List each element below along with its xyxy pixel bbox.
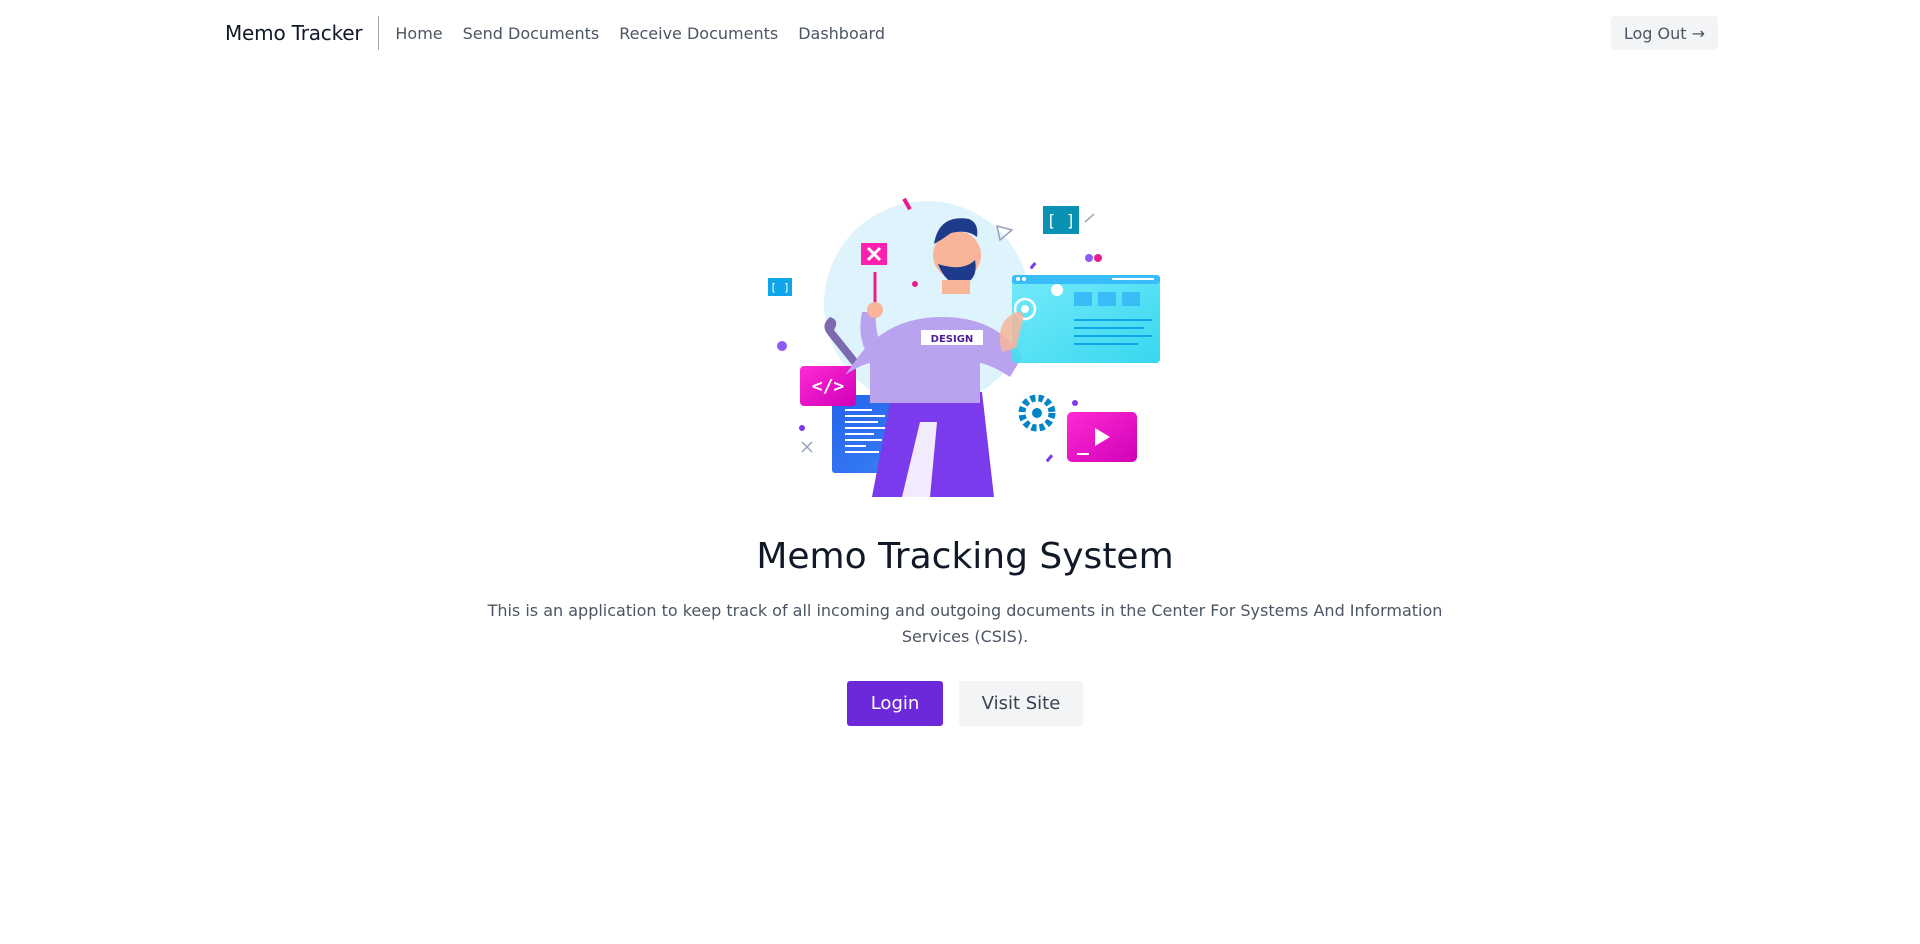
nav-link-receive-documents[interactable]: Receive Documents — [619, 24, 778, 43]
page-title: Memo Tracking System — [756, 536, 1174, 577]
hero-illustration: [ ] [ ] </> DESIGN — [768, 197, 1160, 497]
logout-button[interactable]: Log Out → — [1610, 16, 1718, 50]
hero-actions: Login Visit Site — [0, 681, 1920, 726]
svg-text:</>: </> — [812, 376, 845, 397]
login-button[interactable]: Login — [847, 681, 943, 726]
nav-link-home[interactable]: Home — [395, 24, 442, 43]
nav-link-send-documents[interactable]: Send Documents — [463, 24, 600, 43]
svg-text:DESIGN: DESIGN — [931, 334, 974, 345]
nav-link-dashboard[interactable]: Dashboard — [798, 24, 885, 43]
svg-text:[ ]: [ ] — [770, 281, 790, 294]
visit-site-button[interactable]: Visit Site — [959, 681, 1083, 726]
svg-text:[ ]: [ ] — [1047, 211, 1076, 230]
brand-logo[interactable]: Memo Tracker — [225, 21, 378, 45]
nav-links: Home Send Documents Receive Documents Da… — [395, 24, 885, 43]
nav-divider — [378, 16, 380, 50]
page-description: This is an application to keep track of … — [487, 601, 1443, 646]
navbar: Memo Tracker Home Send Documents Receive… — [225, 16, 1718, 50]
